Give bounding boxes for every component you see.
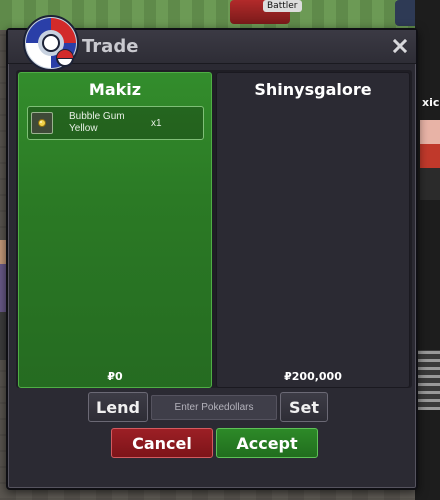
accept-button[interactable]: Accept — [216, 428, 318, 458]
partner-offered-money: ₽200,000 — [284, 370, 342, 383]
trade-dialog: Trade Makiz Bubble Gum Yellow x1 ₽0 Shin… — [6, 15, 418, 490]
item-quantity: x1 — [151, 118, 162, 129]
close-icon — [393, 39, 407, 53]
dialog-title: Trade — [82, 36, 139, 57]
fence-tiles — [415, 350, 440, 410]
my-offered-money: ₽0 — [107, 370, 123, 383]
cancel-button[interactable]: Cancel — [111, 428, 213, 458]
offered-item[interactable]: Bubble Gum Yellow x1 — [27, 106, 204, 140]
item-slot — [31, 112, 53, 134]
trade-panels: Makiz Bubble Gum Yellow x1 ₽0 Shinysgalo… — [16, 70, 412, 388]
npc-sprite — [420, 120, 440, 200]
partner-player-name: Shinysgalore — [254, 80, 372, 99]
close-button[interactable] — [388, 34, 412, 58]
npc-speech-text: xic — [422, 96, 440, 109]
bubble-gum-icon — [38, 119, 46, 127]
partner-offer-panel: Shinysgalore ₽200,000 — [216, 72, 410, 388]
my-player-name: Makiz — [88, 80, 142, 99]
item-name: Bubble Gum Yellow — [69, 111, 125, 134]
pokedollar-input[interactable] — [151, 395, 277, 420]
money-controls: Lend Set — [88, 392, 338, 422]
lend-button[interactable]: Lend — [88, 392, 148, 422]
set-money-button[interactable]: Set — [280, 392, 328, 422]
npc-name-tag: Battler — [263, 0, 302, 12]
wall-strip — [415, 0, 440, 500]
trade-actions: Cancel Accept — [111, 428, 319, 458]
pokeball-logo-icon — [23, 15, 79, 71]
my-offer-panel: Makiz Bubble Gum Yellow x1 ₽0 — [18, 72, 212, 388]
